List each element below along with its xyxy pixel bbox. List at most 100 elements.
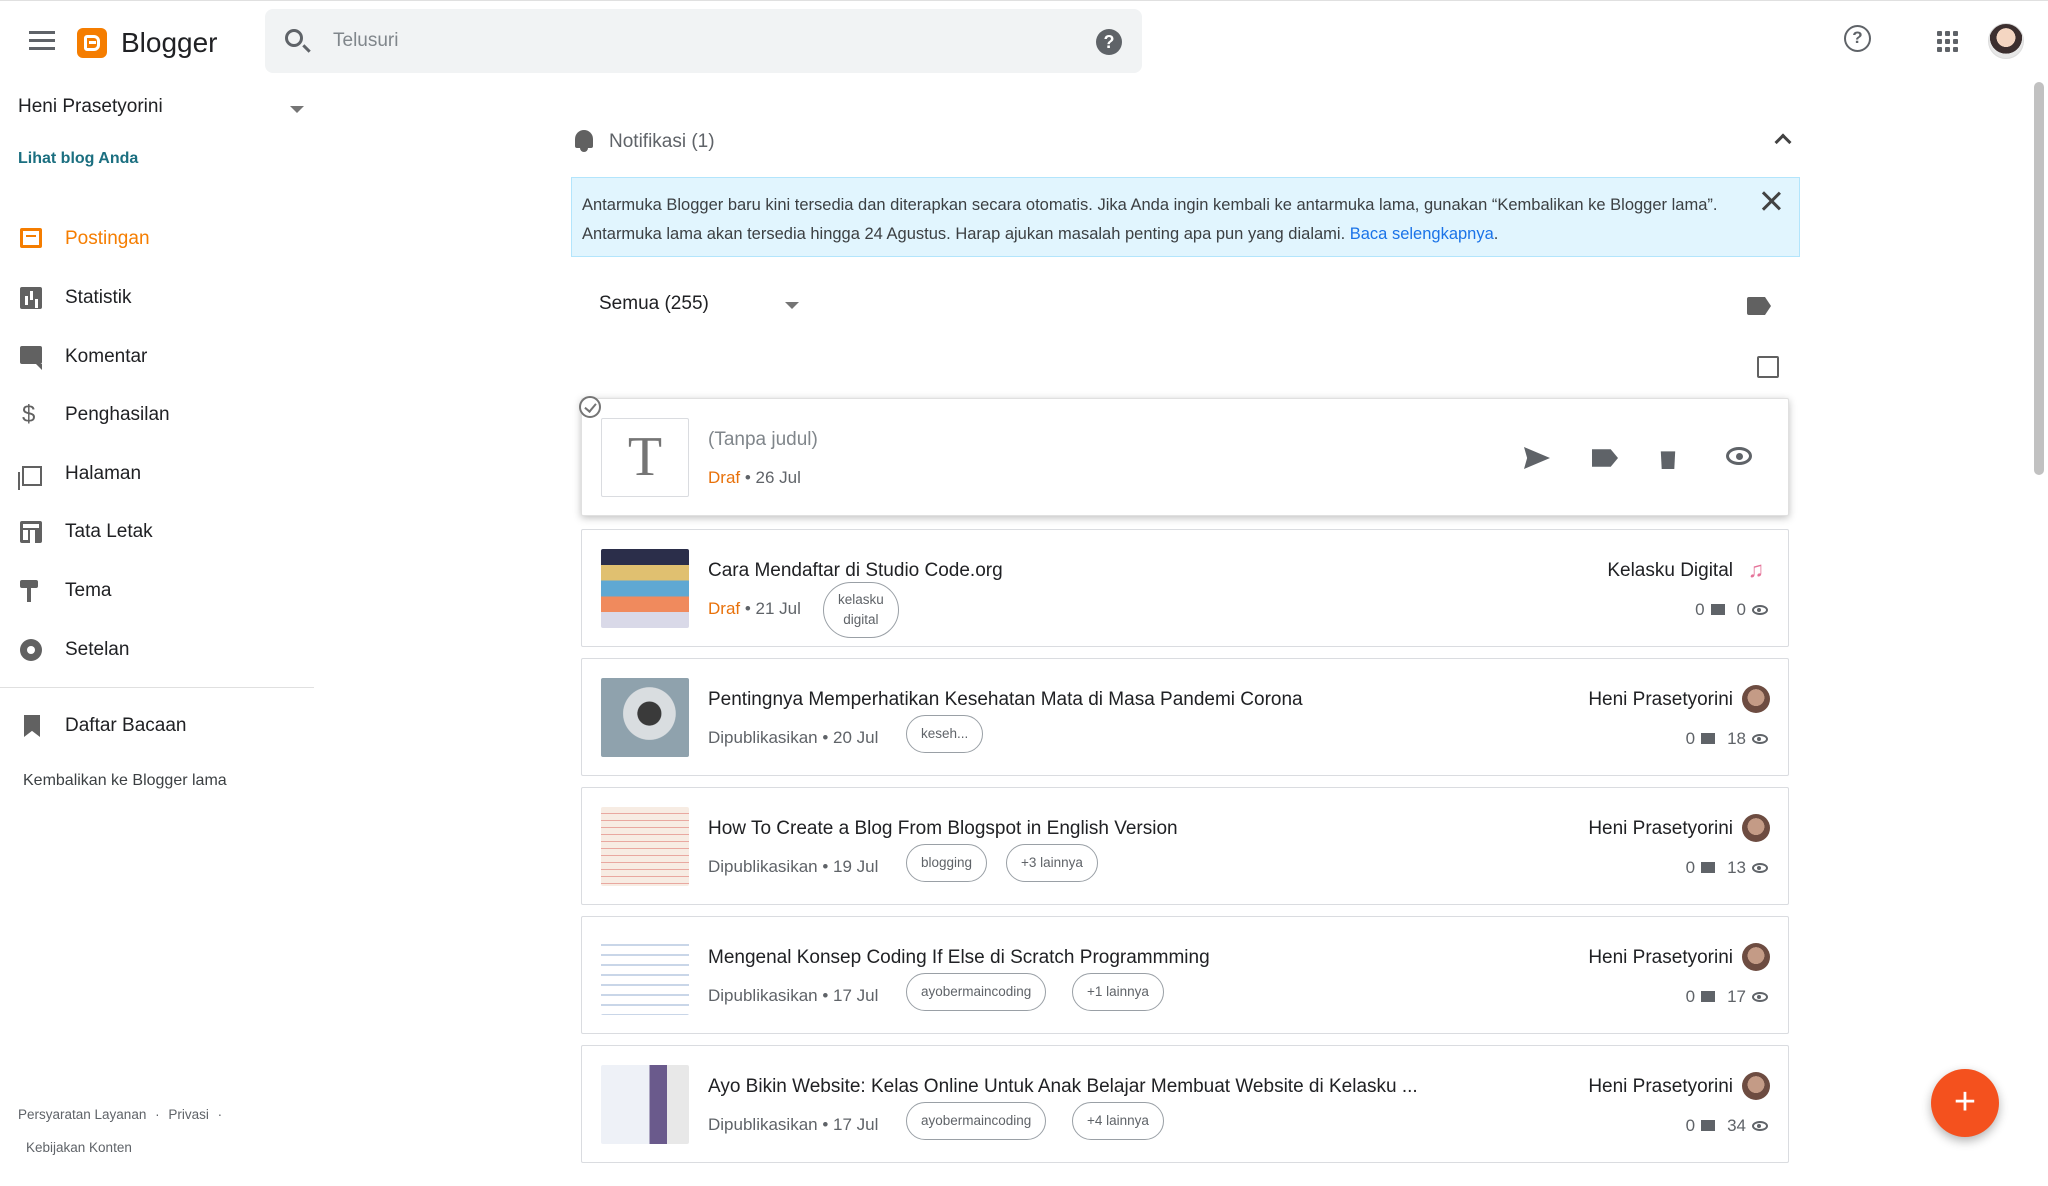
delete-trash-icon[interactable] bbox=[1660, 451, 1676, 469]
sidebar-item-layout[interactable]: Tata Letak bbox=[0, 510, 314, 554]
publish-send-icon[interactable] bbox=[1524, 447, 1550, 469]
sidebar-item-label: Postingan bbox=[65, 228, 150, 249]
post-title[interactable]: Ayo Bikin Website: Kelas Online Untuk An… bbox=[708, 1076, 1418, 1098]
author-avatar bbox=[1742, 814, 1770, 842]
search-input[interactable]: Telusuri bbox=[333, 30, 398, 52]
help-icon[interactable]: ? bbox=[1844, 25, 1871, 52]
privacy-link[interactable]: Privasi bbox=[168, 1107, 209, 1122]
notification-banner: Antarmuka Blogger baru kini tersedia dan… bbox=[571, 177, 1800, 257]
search-help-icon[interactable]: ? bbox=[1096, 29, 1122, 55]
post-thumbnail bbox=[601, 807, 689, 886]
close-icon[interactable] bbox=[1761, 191, 1781, 211]
post-date: • 17 Jul bbox=[822, 986, 879, 1005]
post-row[interactable]: Cara Mendaftar di Studio Code.org Draf •… bbox=[581, 529, 1789, 647]
post-date: • 17 Jul bbox=[822, 1115, 879, 1134]
post-date: • 26 Jul bbox=[744, 468, 801, 487]
content-policy-link[interactable]: Kebijakan Konten bbox=[26, 1140, 132, 1155]
chevron-down-icon[interactable] bbox=[785, 302, 799, 309]
comment-icon bbox=[1701, 733, 1716, 744]
post-status: Dipublikasikan bbox=[708, 857, 818, 876]
post-row[interactable]: Ayo Bikin Website: Kelas Online Untuk An… bbox=[581, 1045, 1789, 1163]
label-chip[interactable]: ayobermaincoding bbox=[906, 1102, 1047, 1140]
sidebar-item-theme[interactable]: Tema bbox=[0, 569, 314, 613]
post-row[interactable]: T (Tanpa judul) Draf • 26 Jul bbox=[579, 396, 1789, 516]
account-avatar[interactable] bbox=[1988, 23, 2024, 59]
sidebar-item-settings[interactable]: Setelan bbox=[0, 628, 314, 672]
post-status: Dipublikasikan bbox=[708, 1115, 818, 1134]
label-chip[interactable]: blogging bbox=[906, 844, 988, 882]
post-title[interactable]: Mengenal Konsep Coding If Else di Scratc… bbox=[708, 947, 1210, 969]
views-eye-icon bbox=[1752, 863, 1768, 873]
apps-grid-icon[interactable] bbox=[1937, 31, 1959, 53]
post-date: • 19 Jul bbox=[822, 857, 879, 876]
search-bar[interactable]: Telusuri ? bbox=[265, 9, 1142, 73]
comment-count: 0 bbox=[1695, 600, 1705, 619]
post-status: Dipublikasikan bbox=[708, 986, 818, 1005]
sidebar-item-label: Daftar Bacaan bbox=[65, 715, 187, 736]
sidebar-item-pages[interactable]: Halaman bbox=[0, 452, 314, 496]
post-title[interactable]: (Tanpa judul) bbox=[708, 429, 818, 451]
comment-count: 0 bbox=[1685, 858, 1696, 877]
post-author: Heni Prasetyorini bbox=[1588, 947, 1733, 968]
sidebar-item-reading-list[interactable]: Daftar Bacaan bbox=[0, 704, 314, 748]
post-date: • 20 Jul bbox=[822, 728, 879, 747]
views-eye-icon bbox=[1752, 605, 1768, 615]
app-brand[interactable]: Blogger bbox=[121, 27, 218, 59]
post-title[interactable]: Pentingnya Memperhatikan Kesehatan Mata … bbox=[708, 689, 1303, 711]
comment-count: 0 bbox=[1685, 1116, 1696, 1135]
sidebar-divider bbox=[0, 687, 314, 688]
dollar-icon: $ bbox=[22, 401, 36, 428]
sidebar-item-stats[interactable]: Statistik bbox=[0, 276, 314, 320]
preview-eye-icon[interactable] bbox=[1726, 447, 1752, 465]
author-avatar bbox=[1742, 685, 1770, 713]
label-chip-more[interactable]: +4 lainnya bbox=[1072, 1102, 1164, 1140]
label-icon[interactable] bbox=[1592, 449, 1618, 467]
revert-to-old-blogger-link[interactable]: Kembalikan ke Blogger lama bbox=[23, 772, 227, 790]
gear-icon bbox=[20, 639, 42, 661]
view-count: 34 bbox=[1727, 1116, 1746, 1135]
select-all-checkbox[interactable] bbox=[1757, 356, 1779, 378]
post-thumbnail bbox=[601, 936, 689, 1015]
label-chip[interactable]: kelasku digital bbox=[823, 582, 899, 638]
label-chip-text: digital bbox=[843, 612, 879, 627]
chevron-up-icon[interactable] bbox=[1774, 133, 1792, 151]
label-chip-more[interactable]: +1 lainnya bbox=[1072, 973, 1164, 1011]
sidebar-item-earnings[interactable]: $ Penghasilan bbox=[0, 393, 314, 437]
notifications-title[interactable]: Notifikasi (1) bbox=[609, 131, 715, 153]
notification-bell-icon bbox=[572, 130, 596, 152]
post-title[interactable]: Cara Mendaftar di Studio Code.org bbox=[708, 560, 1003, 582]
read-more-link[interactable]: Baca selengkapnya bbox=[1350, 225, 1494, 243]
sidebar-item-comments[interactable]: Komentar bbox=[0, 335, 314, 379]
post-row[interactable]: How To Create a Blog From Blogspot in En… bbox=[581, 787, 1789, 905]
post-title[interactable]: How To Create a Blog From Blogspot in En… bbox=[708, 818, 1178, 840]
sidebar-item-posts[interactable]: Postingan bbox=[0, 217, 314, 261]
blog-selector[interactable]: Heni Prasetyorini bbox=[18, 96, 163, 118]
blogger-logo-icon[interactable] bbox=[77, 28, 107, 58]
view-blog-link[interactable]: Lihat blog Anda bbox=[18, 150, 138, 168]
chevron-down-icon[interactable] bbox=[290, 106, 304, 113]
post-meta: Dipublikasikan • 20 Jul bbox=[708, 728, 878, 748]
post-row[interactable]: Pentingnya Memperhatikan Kesehatan Mata … bbox=[581, 658, 1789, 776]
scrollbar[interactable] bbox=[2034, 82, 2044, 475]
post-row[interactable]: Mengenal Konsep Coding If Else di Scratc… bbox=[581, 916, 1789, 1034]
search-icon[interactable] bbox=[285, 29, 303, 47]
post-date: • 21 Jul bbox=[744, 599, 801, 618]
menu-icon[interactable] bbox=[29, 31, 55, 51]
terms-link[interactable]: Persyaratan Layanan bbox=[18, 1107, 146, 1122]
label-chip[interactable]: keseh... bbox=[906, 715, 984, 753]
label-chip[interactable]: ayobermaincoding bbox=[906, 973, 1047, 1011]
post-stats: 0 34 bbox=[1686, 1116, 1768, 1136]
post-filter-dropdown[interactable]: Semua (255) bbox=[599, 293, 709, 315]
post-status: Draf bbox=[708, 599, 741, 618]
new-post-button[interactable]: + bbox=[1931, 1069, 1999, 1137]
view-count: 0 bbox=[1736, 600, 1746, 619]
post-author: Heni Prasetyorini bbox=[1588, 818, 1733, 839]
label-icon[interactable] bbox=[1747, 297, 1771, 315]
label-chip-more[interactable]: +3 lainnya bbox=[1006, 844, 1098, 882]
sidebar-item-label: Komentar bbox=[65, 346, 148, 367]
author-avatar bbox=[1742, 943, 1770, 971]
stats-icon bbox=[20, 287, 42, 309]
select-check-icon[interactable] bbox=[579, 396, 601, 418]
footer-links: Persyaratan Layanan · Privasi · Kebijaka… bbox=[18, 1098, 278, 1164]
post-meta: Draf • 21 Jul bbox=[708, 599, 801, 619]
